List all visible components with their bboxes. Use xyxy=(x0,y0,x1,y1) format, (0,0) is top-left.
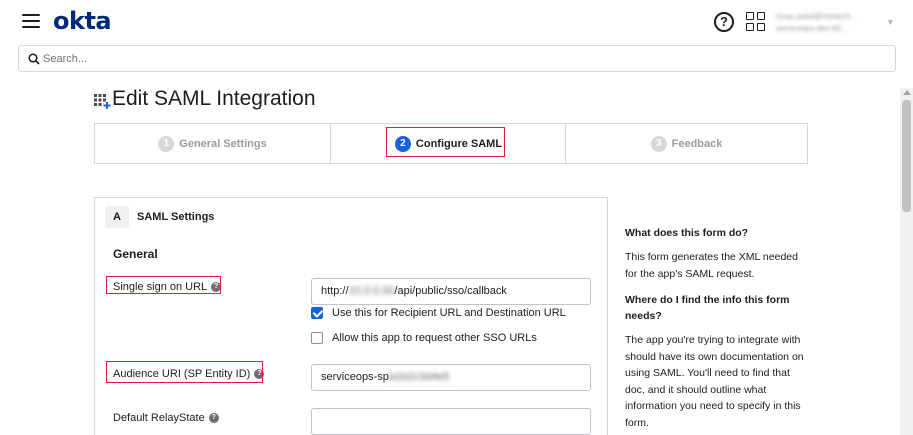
page-scrollbar[interactable] xyxy=(900,88,913,435)
sso-url-suffix: /api/public/sso/callback xyxy=(394,285,507,297)
recipient-checkbox-label: Use this for Recipient URL and Destinati… xyxy=(332,307,566,319)
help-pane: What does this form do? This form genera… xyxy=(625,225,810,435)
step-label: General Settings xyxy=(179,137,267,150)
step-feedback[interactable]: 3 Feedback xyxy=(566,124,807,163)
hamburger-menu-icon[interactable] xyxy=(22,14,40,28)
help-icon[interactable]: ? xyxy=(714,12,734,32)
recipient-checkbox-row[interactable]: Use this for Recipient URL and Destinati… xyxy=(311,307,566,319)
app-switcher-icon[interactable] xyxy=(746,12,766,32)
sso-url-input[interactable]: http://10.0.0.00/api/public/sso/callback xyxy=(311,278,591,305)
highlight-audience-uri-label xyxy=(106,361,263,383)
help-tooltip-icon[interactable]: ? xyxy=(208,413,219,424)
help-answer-2: The app you're trying to integrate with … xyxy=(625,334,804,429)
top-navigation-bar: okta ? mrao.patel@mintech... serviceops-… xyxy=(0,0,913,44)
audience-uri-input[interactable]: serviceops-spa1b2c3d4e5 xyxy=(311,364,591,391)
relay-state-input[interactable] xyxy=(311,408,591,435)
help-answer-1: This form generates the XML needed for t… xyxy=(625,251,798,280)
section-title: SAML Settings xyxy=(137,211,215,223)
sso-url-redacted: 10.0.0.00 xyxy=(348,285,395,297)
sso-url-prefix: http:// xyxy=(321,285,349,297)
other-sso-checkbox-label: Allow this app to request other SSO URLs xyxy=(332,332,537,344)
user-account-menu[interactable]: mrao.patel@mintech... serviceops-dev-62.… xyxy=(776,11,876,37)
search-bar xyxy=(18,45,896,72)
page-title: Edit SAML Integration xyxy=(112,87,316,110)
audience-uri-redacted: a1b2c3d4e5 xyxy=(388,371,450,383)
section-badge: A xyxy=(105,206,129,228)
scroll-up-arrow-icon[interactable] xyxy=(903,90,911,95)
scroll-thumb[interactable] xyxy=(902,100,911,212)
help-question-1: What does this form do? xyxy=(625,227,749,239)
user-email: mrao.patel@mintech... xyxy=(776,12,857,21)
step-number: 1 xyxy=(158,135,175,152)
relay-state-label-text: Default RelayState xyxy=(113,412,205,424)
user-org: serviceops-dev-62... xyxy=(776,24,849,33)
step-number: 3 xyxy=(650,135,667,152)
step-label: Feedback xyxy=(671,137,723,150)
group-title: General xyxy=(113,247,158,261)
audience-uri-prefix: serviceops-sp xyxy=(321,371,389,383)
help-question-2: Where do I find the info this form needs… xyxy=(625,294,790,322)
saml-settings-card: A SAML Settings General Single sign on U… xyxy=(94,197,608,435)
other-sso-checkbox[interactable] xyxy=(311,332,323,344)
highlight-sso-url-label xyxy=(106,276,221,294)
search-icon xyxy=(28,53,40,65)
recipient-checkbox[interactable] xyxy=(311,307,323,319)
other-sso-checkbox-row[interactable]: Allow this app to request other SSO URLs xyxy=(311,332,537,344)
relay-state-label: Default RelayState? xyxy=(113,412,219,424)
step-general-settings[interactable]: 1 General Settings xyxy=(95,124,330,163)
search-input[interactable] xyxy=(43,50,883,68)
okta-logo[interactable]: okta xyxy=(53,7,112,35)
highlight-configure-saml xyxy=(386,127,505,157)
app-integration-icon xyxy=(94,94,111,109)
chevron-down-icon[interactable]: ▼ xyxy=(886,17,895,27)
